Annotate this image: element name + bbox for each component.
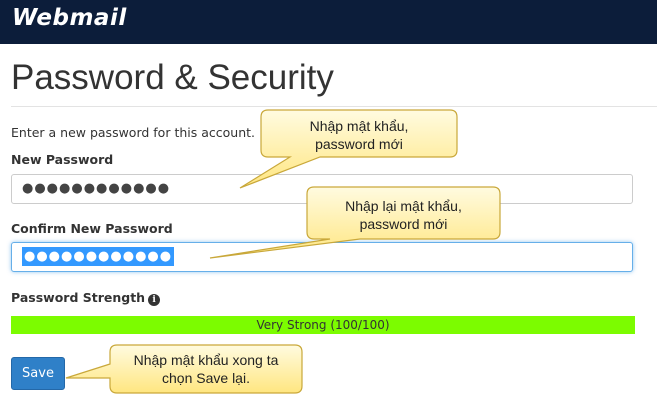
password-strength-label: Password Strength: [11, 290, 146, 305]
callout-1-text: Nhập mật khẩu, password mới: [309, 118, 409, 152]
intro-text: Enter a new password for this account.: [11, 125, 256, 140]
save-button[interactable]: Save: [11, 357, 65, 390]
new-password-value: ●●●●●●●●●●●●: [22, 181, 171, 196]
callout-2-text: Nhập lại mật khẩu, password mới: [345, 198, 462, 232]
page-title: Password & Security: [11, 58, 334, 97]
confirm-password-label: Confirm New Password: [11, 221, 173, 236]
callout-3-text: Nhập mật khẩu xong ta chọn Save lại.: [133, 352, 279, 386]
confirm-password-value: ●●●●●●●●●●●●: [22, 247, 175, 266]
password-strength-label-row: Password Strength i: [11, 290, 161, 306]
title-divider: [11, 106, 657, 107]
password-strength-meter: Very Strong (100/100): [11, 316, 635, 334]
top-header-bar: Webmail: [0, 0, 657, 44]
new-password-label: New Password: [11, 152, 114, 167]
confirm-password-input[interactable]: ●●●●●●●●●●●●: [11, 242, 633, 272]
webmail-logo[interactable]: Webmail: [12, 5, 127, 31]
info-icon[interactable]: i: [148, 294, 161, 306]
strength-meter-text: Very Strong (100/100): [256, 318, 390, 332]
